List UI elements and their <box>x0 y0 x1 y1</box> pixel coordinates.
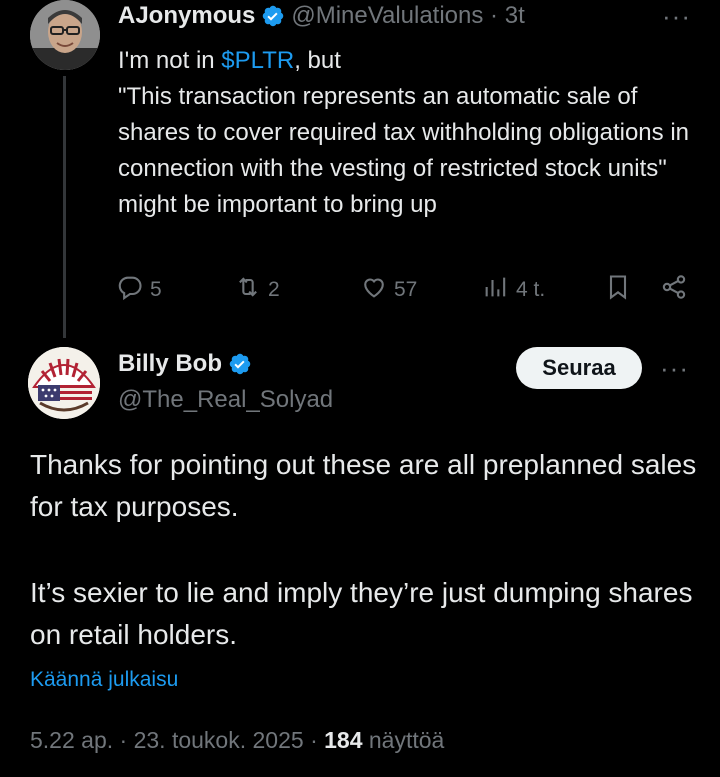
bookmark-icon <box>604 273 632 307</box>
reply-paragraph-1: Thanks for pointing out these are all pr… <box>30 449 697 522</box>
reply-author-name[interactable]: Billy Bob <box>118 347 222 381</box>
follow-button[interactable]: Seuraa <box>516 347 642 389</box>
reply-paragraph-2: It’s sexier to lie and imply they’re jus… <box>30 577 693 650</box>
repost-button[interactable]: 2 <box>234 272 280 308</box>
meta-separator: · <box>119 727 128 753</box>
translate-link[interactable]: Käännä julkaisu <box>30 665 178 695</box>
verified-badge-icon <box>228 352 252 376</box>
parent-author-name[interactable]: AJonymous <box>118 1 255 31</box>
reply-avatar[interactable] <box>28 347 100 419</box>
repost-count: 2 <box>268 278 280 301</box>
reply-views-count: 184 <box>324 727 363 753</box>
parent-more-button[interactable]: ··· <box>662 1 691 32</box>
meta-separator: · <box>310 727 318 753</box>
like-button[interactable]: 57 <box>360 272 417 308</box>
reply-time[interactable]: 5.22 ap. <box>30 727 113 753</box>
views-button[interactable]: 4 t. <box>482 272 545 308</box>
reply-author-row: Billy Bob <box>118 347 258 381</box>
reply-count: 5 <box>150 278 162 301</box>
parent-tweet-text: I'm not in $PLTR, but "This transaction … <box>118 43 698 223</box>
header-separator: · <box>490 2 499 29</box>
parent-author-handle[interactable]: @MineValulations <box>291 1 483 31</box>
like-icon <box>360 273 388 307</box>
reply-icon <box>116 273 144 307</box>
reply-date[interactable]: 23. toukok. 2025 <box>134 727 304 753</box>
share-button[interactable] <box>660 272 688 308</box>
parent-header: AJonymous @MineValulations · 3t <box>118 1 525 31</box>
share-icon <box>660 273 688 307</box>
parent-action-bar: 5 2 57 4 t. <box>0 272 720 308</box>
reply-button[interactable]: 5 <box>116 272 162 308</box>
reply-tweet-text: Thanks for pointing out these are all pr… <box>30 444 700 656</box>
verified-badge-icon <box>261 4 285 28</box>
reply-meta: 5.22 ap. · 23. toukok. 2025 · 184 näyttö… <box>30 725 444 755</box>
views-count: 4 t. <box>516 278 546 301</box>
reply-author-handle[interactable]: @The_Real_Solyad <box>118 383 333 417</box>
cashtag-link[interactable]: $PLTR <box>221 47 294 74</box>
repost-icon <box>234 273 262 307</box>
views-icon <box>482 273 510 307</box>
like-count: 57 <box>394 278 418 301</box>
bookmark-button[interactable] <box>604 272 632 308</box>
parent-avatar[interactable] <box>30 0 100 70</box>
reply-views-label: näyttöä <box>368 727 445 753</box>
parent-timestamp[interactable]: 3t <box>505 1 525 31</box>
parent-quote: "This transaction represents an automati… <box>118 83 689 218</box>
reply-more-button[interactable]: ··· <box>660 353 689 384</box>
